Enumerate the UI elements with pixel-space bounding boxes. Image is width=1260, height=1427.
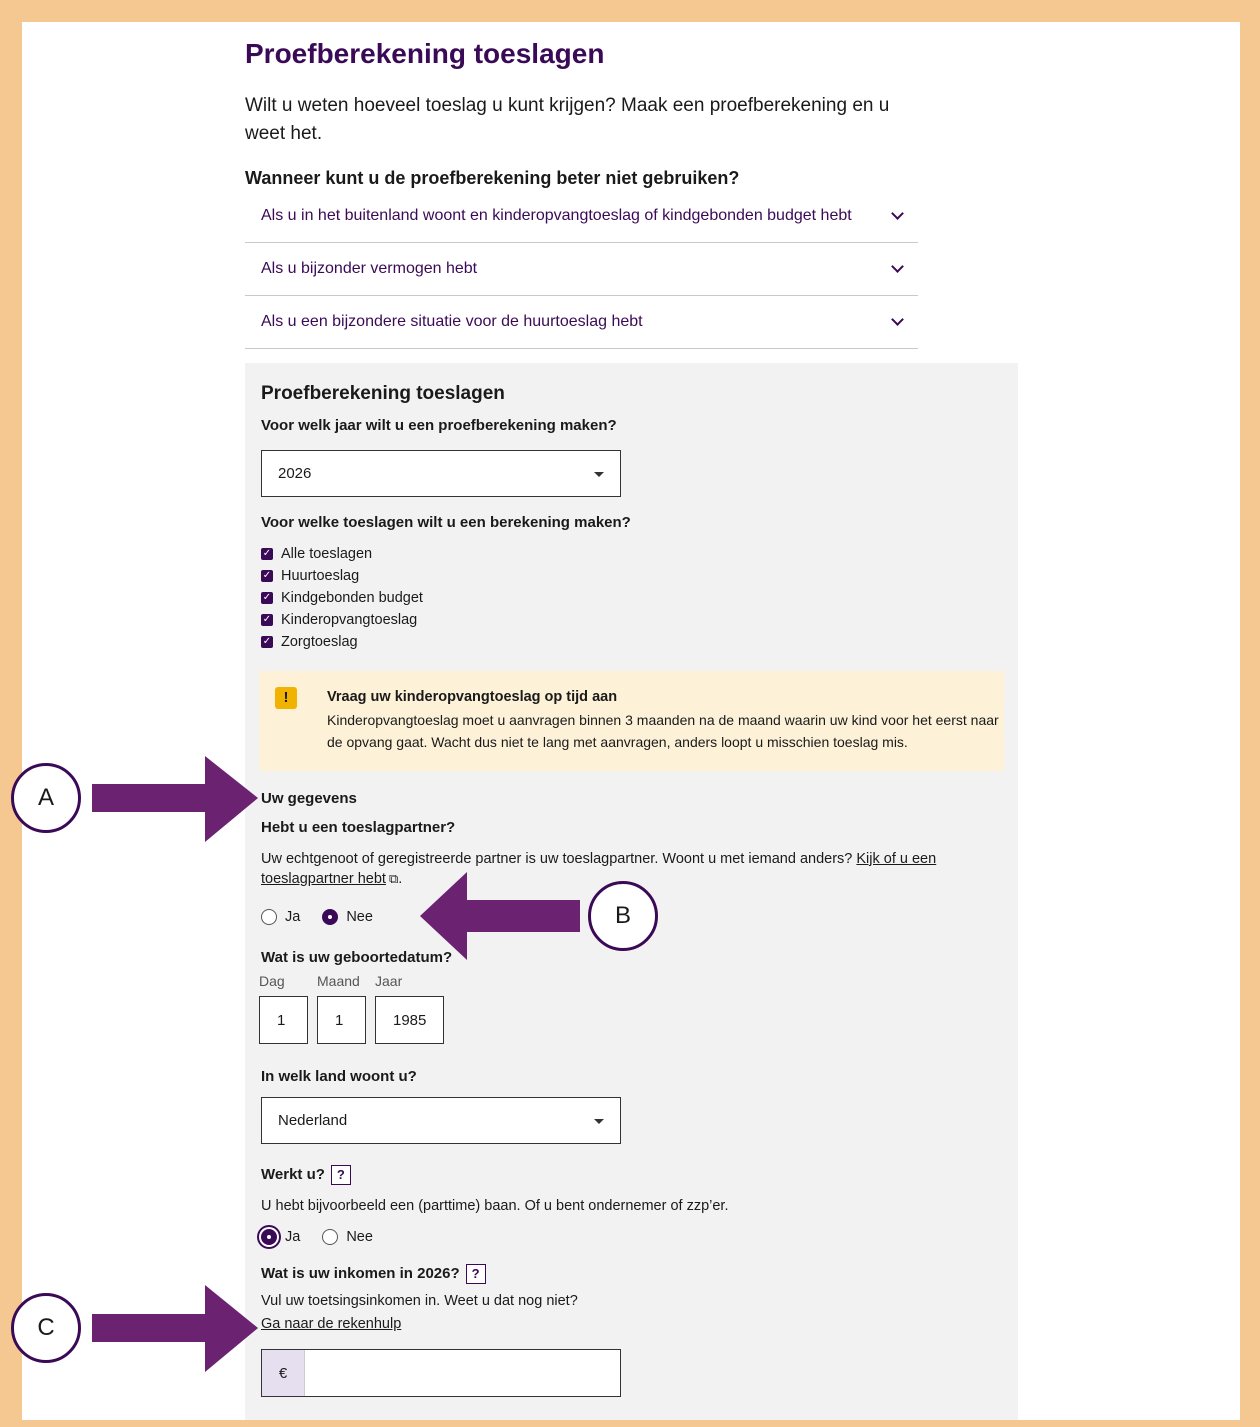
partner-text: Uw echtgenoot of geregistreerde partner … <box>261 851 853 867</box>
day-input[interactable]: 1 <box>259 996 308 1044</box>
partner-no-radio[interactable] <box>322 909 339 925</box>
benefits-question: Voor welke toeslagen wilt u een berekeni… <box>261 514 631 531</box>
partner-info-link[interactable]: Kijk of u een <box>856 851 936 867</box>
year-select[interactable]: 2026 <box>261 450 621 497</box>
work-explanation: U hebt bijvoorbeeld een (parttime) baan.… <box>261 1198 729 1214</box>
work-yes-radio[interactable] <box>261 1229 277 1245</box>
benefits-checkboxes: ✓ Alle toeslagen ✓ Huurtoeslag ✓ Kindgebond… <box>261 543 423 653</box>
checkbox-label: Alle toeslagen <box>281 546 373 562</box>
month-label: Maand <box>317 973 360 989</box>
calculator-help-link[interactable]: Ga naar de rekenhulp <box>261 1316 401 1332</box>
partner-radio-group: Ja Nee <box>261 909 395 925</box>
checkbox-rent[interactable]: ✓ Huurtoeslag <box>261 565 423 587</box>
accordion-item-wealth[interactable]: Als u bijzonder vermogen hebt <box>245 243 918 296</box>
checkbox-label: Kinderopvangtoeslag <box>281 612 418 628</box>
income-question: Wat is uw inkomen in 2026? <box>261 1264 460 1282</box>
checkbox-checked-icon[interactable]: ✓ <box>261 614 273 626</box>
accordion-item-label: Als u een bijzondere situatie voor de hu… <box>261 313 643 330</box>
accordion-item-label: Als u bijzonder vermogen hebt <box>261 260 478 277</box>
marker-a: A <box>11 763 81 833</box>
intro-text: Wilt u weten hoeveel toeslag u kunt krij… <box>245 95 890 144</box>
checkbox-checked-icon[interactable]: ✓ <box>261 636 273 648</box>
birthdate-question: Wat is uw geboortedatum? <box>261 949 453 966</box>
accordion-heading: Wanneer kunt u de proefberekening beter … <box>245 168 740 188</box>
partner-question: Hebt u een toeslagpartner? <box>261 819 456 836</box>
checkbox-label: Zorgtoeslag <box>281 634 358 650</box>
partner-link-line: toeslagpartner hebt ⧉. <box>261 871 402 887</box>
chevron-down-icon <box>891 207 904 220</box>
partner-yes-radio[interactable] <box>261 909 277 925</box>
accordion-item-label: Als u in het buitenland woont en kindero… <box>261 207 852 224</box>
radio-label-yes[interactable]: Ja <box>285 909 300 925</box>
country-question: In welk land woont u? <box>261 1068 417 1085</box>
country-select-value: Nederland <box>278 1112 348 1129</box>
accordion-item-abroad[interactable]: Als u in het buitenland woont en kindero… <box>245 190 918 243</box>
radio-label-no[interactable]: Nee <box>346 909 373 925</box>
alert-title: Vraag uw kinderopvangtoeslag op tijd aan <box>327 689 618 705</box>
checkbox-checked-icon[interactable]: ✓ <box>261 548 273 560</box>
chevron-down-icon <box>891 313 904 326</box>
income-explanation: Vul uw toetsingsinkomen in. Weet u dat n… <box>261 1293 578 1309</box>
partner-info-link-continued[interactable]: toeslagpartner hebt <box>261 871 386 887</box>
checkbox-health[interactable]: ✓ Zorgtoeslag <box>261 631 423 653</box>
euro-icon: € <box>262 1350 305 1396</box>
income-link-row: Ga naar de rekenhulp <box>261 1316 401 1332</box>
year-input[interactable]: 1985 <box>375 996 444 1044</box>
checkbox-childcare[interactable]: ✓ Kinderopvangtoeslag <box>261 609 423 631</box>
work-question: Werkt u? <box>261 1165 325 1183</box>
section-title-personal: Uw gegevens <box>261 790 357 807</box>
checkbox-checked-icon[interactable]: ✓ <box>261 570 273 582</box>
partner-explanation: Uw echtgenoot of geregistreerde partner … <box>261 847 961 871</box>
external-link-icon: ⧉ <box>388 871 399 886</box>
period: . <box>398 871 403 887</box>
checkbox-label: Kindgebonden budget <box>281 590 423 606</box>
page-title: Proefberekening toeslagen <box>245 38 605 69</box>
chevron-down-icon <box>891 260 904 273</box>
checkbox-all[interactable]: ✓ Alle toeslagen <box>261 543 423 565</box>
caret-down-icon <box>594 1119 604 1124</box>
year-question: Voor welk jaar wilt u een proefberekenin… <box>261 417 617 434</box>
marker-b: B <box>588 881 658 951</box>
income-input[interactable]: € <box>261 1349 621 1397</box>
caret-down-icon <box>594 472 604 477</box>
month-input[interactable]: 1 <box>317 996 366 1044</box>
form-title: Proefberekening toeslagen <box>261 383 505 404</box>
work-no-radio[interactable] <box>322 1229 339 1245</box>
year-label: Jaar <box>375 973 403 989</box>
income-question-row: Wat is uw inkomen in 2026?? <box>261 1264 486 1284</box>
year-select-value: 2026 <box>278 465 312 482</box>
help-icon[interactable]: ? <box>330 1165 351 1185</box>
work-radio-group: Ja Nee <box>261 1229 395 1245</box>
warning-icon: ! <box>275 687 297 709</box>
checkbox-child-budget[interactable]: ✓ Kindgebonden budget <box>261 587 423 609</box>
checkbox-label: Huurtoeslag <box>281 568 360 584</box>
radio-label-yes[interactable]: Ja <box>285 1229 300 1245</box>
childcare-alert: ! Vraag uw kinderopvangtoeslag op tijd a… <box>259 671 1004 771</box>
country-select[interactable]: Nederland <box>261 1097 621 1144</box>
checkbox-checked-icon[interactable]: ✓ <box>261 592 273 604</box>
help-icon[interactable]: ? <box>465 1264 486 1284</box>
day-label: Dag <box>259 973 285 989</box>
marker-c: C <box>11 1293 81 1363</box>
accordion: Als u in het buitenland woont en kindero… <box>245 190 918 349</box>
work-question-row: Werkt u?? <box>261 1165 351 1185</box>
alert-body: Kinderopvangtoeslag moet u aanvragen bin… <box>327 712 999 750</box>
radio-label-no[interactable]: Nee <box>346 1229 373 1245</box>
accordion-item-rent[interactable]: Als u een bijzondere situatie voor de hu… <box>245 296 918 349</box>
